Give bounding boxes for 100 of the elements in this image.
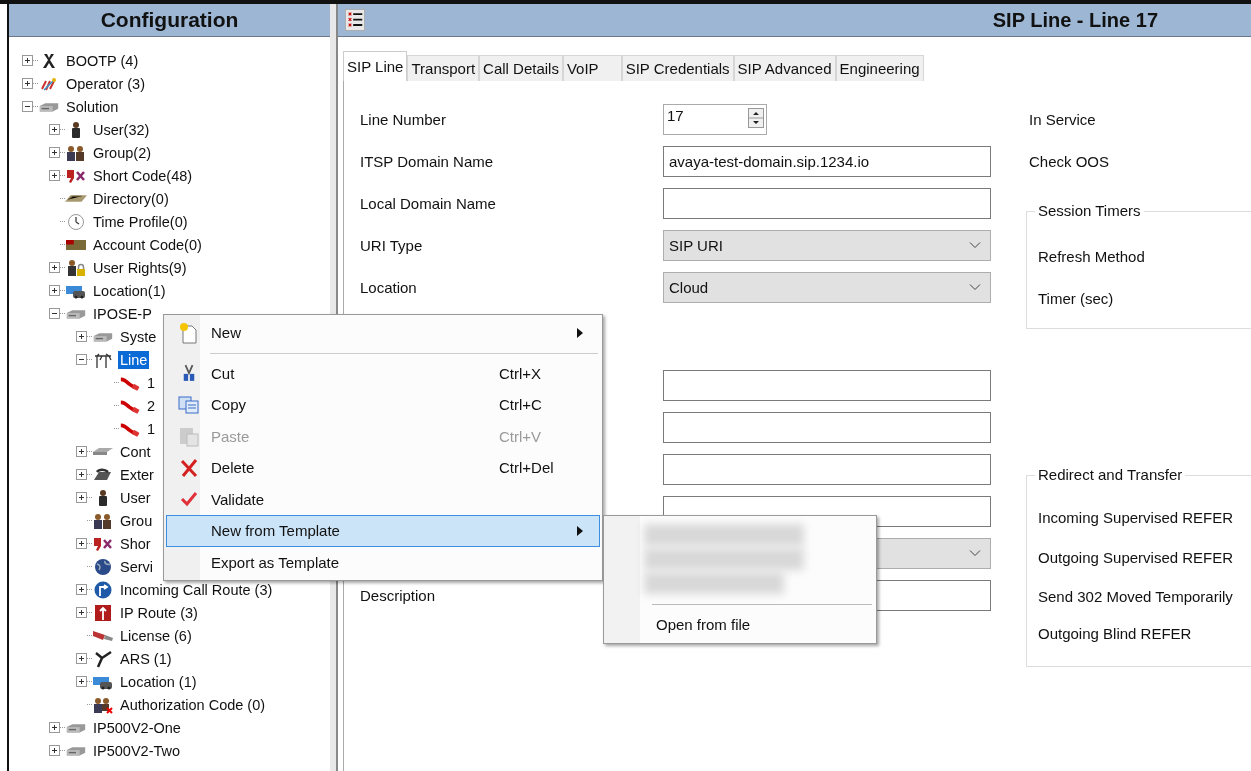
field-label: URI Type: [360, 236, 424, 254]
tree-item[interactable]: 1: [145, 373, 158, 392]
tree-item[interactable]: Directory(0): [91, 189, 171, 208]
tree-item[interactable]: Group(2): [91, 143, 154, 162]
text-field[interactable]: [663, 369, 991, 401]
chevron-down-icon: [969, 283, 981, 291]
expand-icon[interactable]: [76, 469, 87, 480]
dropdown[interactable]: Cloud: [663, 271, 991, 303]
expand-icon[interactable]: [49, 170, 60, 181]
expand-icon[interactable]: [76, 584, 87, 595]
tree-item[interactable]: Exter: [118, 465, 156, 484]
tree-item[interactable]: Syste: [118, 327, 159, 346]
paste-icon: [178, 425, 200, 448]
expand-icon[interactable]: [76, 446, 87, 457]
tree-item[interactable]: Location (1): [118, 672, 199, 691]
field-label: Location: [360, 278, 418, 296]
scissors-icon: [182, 363, 196, 384]
tree-item[interactable]: Cont: [118, 442, 153, 461]
menu-item[interactable]: New from Template: [166, 515, 600, 547]
expand-icon[interactable]: [76, 607, 87, 618]
tab[interactable]: VoIP: [562, 55, 622, 81]
expand-icon[interactable]: [76, 653, 87, 664]
tree-item[interactable]: User: [118, 488, 153, 507]
route-icon: [92, 580, 114, 599]
expand-icon[interactable]: [49, 722, 60, 733]
tree-item[interactable]: IP500V2-Two: [91, 741, 183, 760]
field-label: Outgoing Supervised REFER: [1038, 547, 1235, 568]
tab[interactable]: SIP Advanced: [733, 55, 836, 81]
menu-item[interactable]: Validate: [166, 483, 600, 515]
collapse-icon[interactable]: [22, 101, 33, 112]
field-label: Line Number: [360, 110, 447, 128]
tab[interactable]: Call Details: [479, 55, 563, 81]
tree-item[interactable]: Incoming Call Route (3): [118, 580, 275, 599]
expand-icon[interactable]: [49, 124, 60, 135]
number-field[interactable]: 17: [663, 103, 767, 135]
tree-item[interactable]: Shor: [118, 534, 153, 553]
tab[interactable]: Engineering: [835, 55, 924, 81]
menu-item[interactable]: Delete Ctrl+Del: [166, 452, 600, 484]
dropdown[interactable]: SIP URI: [663, 229, 991, 261]
route-sign-icon: [92, 603, 114, 622]
collapse-icon[interactable]: [49, 308, 60, 319]
tree-item[interactable]: Line: [118, 350, 150, 369]
text-field[interactable]: [663, 411, 991, 443]
tree-item[interactable]: IP500V2-One: [91, 718, 183, 737]
expand-icon[interactable]: [76, 492, 87, 503]
tree-item[interactable]: Short Code(48): [91, 166, 195, 185]
tree-item[interactable]: User Rights(9): [91, 258, 189, 277]
tab[interactable]: SIP Credentials: [621, 55, 734, 81]
tree-item[interactable]: IP Route (3): [118, 603, 200, 622]
field-label: Description: [360, 586, 437, 604]
expand-icon[interactable]: [22, 55, 33, 66]
globe-icon: [92, 557, 114, 576]
field-label: Send 302 Moved Temporarily: [1038, 587, 1234, 607]
tree-item[interactable]: 1: [145, 419, 158, 438]
expand-icon[interactable]: [76, 331, 87, 342]
menu-item[interactable]: Copy Ctrl+C: [166, 389, 600, 421]
tree-item[interactable]: Time Profile(0): [91, 212, 190, 231]
tree-item[interactable]: Authorization Code (0): [118, 695, 268, 714]
text-field[interactable]: [663, 453, 991, 485]
tree-item[interactable]: IPOSE-P: [91, 304, 154, 323]
menu-item[interactable]: Cut Ctrl+X: [166, 357, 600, 389]
group-title: Redirect and Transfer: [1035, 466, 1186, 483]
tree-item[interactable]: License (6): [118, 626, 194, 645]
expand-icon[interactable]: [49, 745, 60, 756]
tree-item[interactable]: 2: [145, 396, 158, 415]
tree-item[interactable]: User(32): [91, 120, 152, 139]
field-label: Refresh Method: [1038, 246, 1146, 267]
expand-icon[interactable]: [76, 676, 87, 687]
expand-icon[interactable]: [49, 262, 60, 273]
tree-item[interactable]: Location(1): [91, 281, 168, 300]
collapse-icon[interactable]: [76, 354, 87, 365]
tree-item[interactable]: BOOTP (4): [64, 51, 141, 70]
tree-item[interactable]: Account Code(0): [91, 235, 204, 254]
field-label: Outgoing Blind REFER: [1038, 624, 1193, 644]
tree-item[interactable]: Solution: [64, 97, 121, 116]
expand-icon[interactable]: [22, 78, 33, 89]
tab[interactable]: Transport: [407, 55, 480, 81]
menu-item[interactable]: Open from file: [604, 609, 872, 639]
tree-item[interactable]: Grou: [118, 511, 155, 530]
expand-icon[interactable]: [49, 147, 60, 158]
expand-icon[interactable]: [49, 285, 60, 296]
tree-item[interactable]: ARS (1): [118, 649, 174, 668]
text-field[interactable]: avaya-test-domain.sip.1234.io: [663, 145, 991, 177]
list-icon[interactable]: [345, 8, 365, 32]
menu-item[interactable]: New: [166, 317, 600, 349]
spinner-icon[interactable]: [748, 107, 764, 128]
tab[interactable]: SIP Line: [343, 51, 408, 81]
menu-item[interactable]: Export as Template: [166, 546, 600, 578]
expand-icon[interactable]: [76, 538, 87, 549]
tree-item[interactable]: Operator (3): [64, 74, 147, 93]
chevron-down-icon: [969, 241, 981, 249]
usb-key-icon: [92, 630, 114, 641]
field-label: ITSP Domain Name: [360, 152, 495, 170]
panel-title: SIP Line - Line 17: [992, 8, 1158, 32]
panel-title: Configuration: [100, 8, 239, 32]
user-lock-icon: [65, 258, 87, 277]
text-field[interactable]: [663, 187, 991, 219]
people-icon: [65, 143, 87, 162]
tree-item[interactable]: Servi: [118, 557, 156, 576]
field-label: In Service: [1028, 109, 1097, 130]
